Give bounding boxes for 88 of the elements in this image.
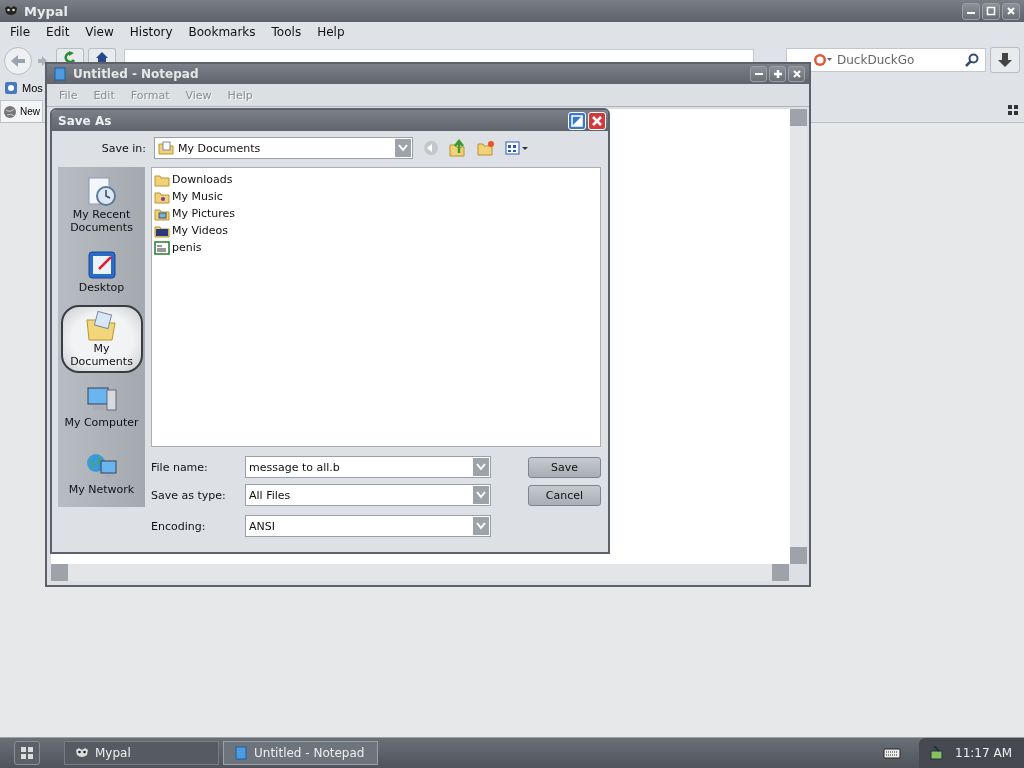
- taskbar-item[interactable]: Mypal: [64, 741, 219, 765]
- dropdown-button[interactable]: [395, 139, 411, 157]
- taskbar-item[interactable]: Untitled - Notepad: [223, 741, 378, 765]
- close-icon: [1006, 6, 1016, 16]
- field-label: File name:: [151, 460, 209, 474]
- save-in-dropdown[interactable]: My Documents: [154, 137, 413, 159]
- raccoon-icon: [4, 5, 18, 17]
- folder-name[interactable]: My Videos: [172, 224, 229, 237]
- menu-item[interactable]: History: [121, 25, 181, 39]
- places-item[interactable]: My Documents: [60, 305, 143, 373]
- help-button[interactable]: [568, 111, 586, 130]
- places-item[interactable]: My Network: [60, 439, 143, 507]
- notepad-icon: [53, 67, 67, 81]
- minimize-button[interactable]: [962, 2, 980, 20]
- close-button[interactable]: [1002, 2, 1020, 20]
- raccoon-icon: [75, 747, 89, 759]
- maximize-button[interactable]: [982, 2, 1000, 20]
- maximize-button[interactable]: [769, 66, 786, 82]
- help-icon: [571, 114, 583, 127]
- horizontal-scrollbar[interactable]: [51, 564, 789, 581]
- menu-item[interactable]: Bookmarks: [180, 25, 264, 39]
- menu-item[interactable]: Tools: [263, 25, 310, 39]
- view-menu-icon[interactable]: [505, 141, 529, 155]
- download-button[interactable]: [990, 47, 1020, 73]
- input-field[interactable]: message to all.b: [245, 456, 491, 478]
- grid-icon: [21, 747, 33, 759]
- start-button[interactable]: [14, 741, 40, 765]
- folder-name[interactable]: My Music: [172, 190, 223, 203]
- menu-item[interactable]: Help: [309, 25, 353, 39]
- folder-icon: [158, 141, 174, 155]
- close-icon: [791, 69, 802, 79]
- search-icon[interactable]: [965, 53, 979, 67]
- up-folder-icon[interactable]: [449, 139, 467, 157]
- dialog-button[interactable]: Save: [528, 456, 601, 478]
- close-icon: [591, 114, 603, 127]
- bookmark-link[interactable]: Mos: [22, 82, 43, 94]
- dropdown-button[interactable]: [473, 517, 489, 535]
- dropdown-button[interactable]: [473, 458, 489, 476]
- dialog-button[interactable]: Cancel: [528, 484, 601, 506]
- notepad-icon: [234, 746, 248, 760]
- bookmark-icon: [4, 81, 18, 95]
- duck-icon[interactable]: [813, 53, 832, 67]
- field-label: Encoding:: [151, 519, 207, 533]
- menu-item[interactable]: Edit: [38, 25, 78, 39]
- folder-icon: [154, 189, 170, 204]
- keyboard-icon[interactable]: [883, 747, 902, 759]
- back-arrow-icon: [10, 54, 26, 68]
- tab[interactable]: New: [0, 100, 43, 122]
- search-field[interactable]: DuckDuckGo: [786, 48, 986, 72]
- globe-icon: [3, 104, 17, 119]
- clock: 11:17 AM: [955, 746, 1012, 760]
- menu-item[interactable]: View: [77, 25, 122, 39]
- maximize-icon: [986, 6, 996, 16]
- reload-button[interactable]: [56, 48, 84, 62]
- document-icon: [154, 240, 170, 255]
- window-title: Mypal: [24, 3, 68, 19]
- folder-name[interactable]: My Pictures: [172, 207, 236, 220]
- search-input[interactable]: DuckDuckGo: [835, 52, 962, 68]
- save-in-label: Save in:: [100, 141, 146, 155]
- window-title: Untitled - Notepad: [73, 67, 199, 81]
- plus-icon: [772, 69, 783, 79]
- new-folder-icon[interactable]: [477, 140, 495, 156]
- folder-name[interactable]: Downloads: [172, 173, 233, 186]
- menu-item[interactable]: File: [2, 25, 39, 39]
- grid-icon[interactable]: [1008, 105, 1018, 115]
- folder-icon: [154, 206, 170, 221]
- vertical-scrollbar[interactable]: [790, 109, 807, 564]
- network-icon[interactable]: [929, 745, 946, 761]
- places-item[interactable]: My Recent Documents: [60, 171, 143, 239]
- document-name[interactable]: penis: [172, 241, 202, 254]
- input-field[interactable]: All Files: [245, 484, 491, 506]
- home-icon: [96, 52, 108, 62]
- places-item[interactable]: My Computer: [60, 372, 143, 440]
- down-arrow-icon: [997, 52, 1013, 68]
- field-label: Save as type:: [151, 488, 227, 502]
- reload-icon: [64, 51, 76, 62]
- folder-icon: [84, 310, 119, 342]
- address-field[interactable]: [124, 49, 754, 62]
- forward-icon[interactable]: [38, 55, 48, 67]
- folder-icon: [154, 223, 170, 238]
- minimize-button[interactable]: [750, 66, 767, 82]
- dialog-title: Save As: [58, 113, 112, 128]
- close-button[interactable]: [788, 66, 805, 82]
- folder-icon: [154, 172, 170, 187]
- input-field[interactable]: ANSI: [245, 515, 491, 537]
- home-button[interactable]: [88, 48, 116, 62]
- places-item[interactable]: Desktop: [60, 238, 143, 306]
- dropdown-button[interactable]: [473, 486, 489, 504]
